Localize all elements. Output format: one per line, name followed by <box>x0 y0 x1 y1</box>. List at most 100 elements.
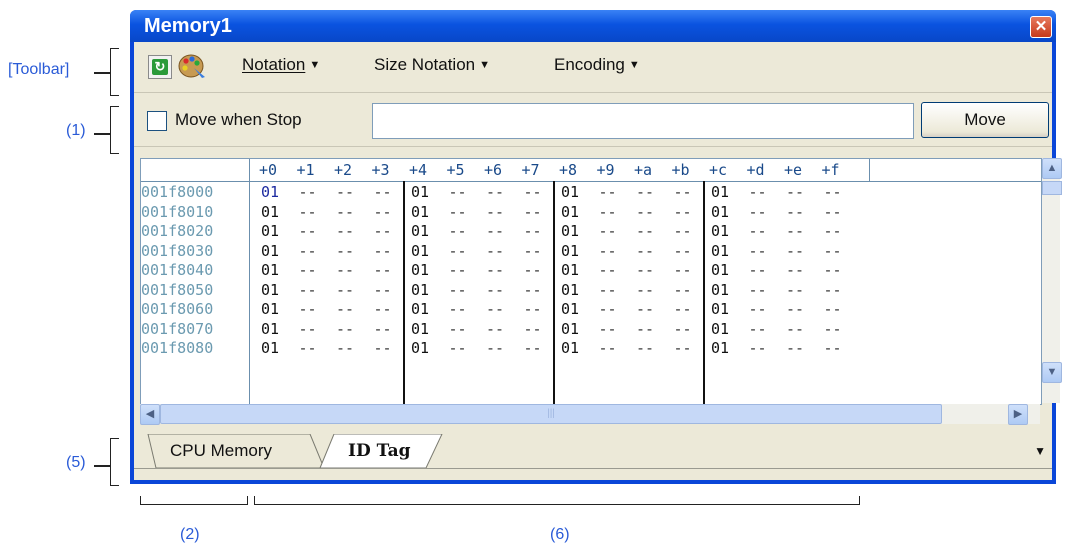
memory-cell[interactable]: -- <box>674 339 692 357</box>
memory-cell[interactable]: -- <box>524 242 542 260</box>
horizontal-scrollbar[interactable]: ◀ ||| ▶ <box>140 404 1040 425</box>
memory-cell[interactable]: -- <box>749 281 767 299</box>
memory-cell[interactable]: -- <box>636 281 654 299</box>
horizontal-scroll-thumb[interactable]: ||| <box>160 404 942 424</box>
memory-cell[interactable]: 01 <box>711 222 729 240</box>
memory-cell[interactable]: -- <box>486 300 504 318</box>
memory-cell[interactable]: 01 <box>411 203 429 221</box>
memory-cell[interactable]: 01 <box>261 281 279 299</box>
scroll-up-icon[interactable]: ▲ <box>1042 158 1062 179</box>
memory-cell[interactable]: -- <box>449 183 467 201</box>
memory-cell[interactable]: -- <box>786 339 804 357</box>
memory-cell[interactable]: 01 <box>261 242 279 260</box>
memory-cell[interactable]: 01 <box>561 242 579 260</box>
memory-cell[interactable]: -- <box>449 242 467 260</box>
scroll-right-icon[interactable]: ▶ <box>1008 404 1028 425</box>
memory-cell[interactable]: -- <box>336 339 354 357</box>
memory-cell[interactable]: -- <box>524 281 542 299</box>
menu-notation[interactable]: Notation ▼ <box>242 55 320 75</box>
memory-row[interactable]: 001f8010 01 -- -- -- 01 -- -- -- 01 -- -- -- 01 -- -- -- <box>141 203 881 222</box>
memory-row[interactable]: 001f8070 01 -- -- -- 01 -- -- -- 01 -- -- -- 01 -- -- -- <box>141 320 881 339</box>
memory-cell[interactable]: -- <box>599 183 617 201</box>
memory-cell[interactable]: -- <box>449 261 467 279</box>
memory-cell[interactable]: 01 <box>561 261 579 279</box>
memory-cell[interactable]: -- <box>486 339 504 357</box>
memory-cell[interactable]: -- <box>336 300 354 318</box>
memory-cell[interactable]: -- <box>636 222 654 240</box>
memory-row[interactable]: 001f8000 01 -- -- -- 01 -- -- -- 01 -- -- -- 01 -- -- -- <box>141 183 881 202</box>
memory-cell[interactable]: 01 <box>711 300 729 318</box>
memory-cell[interactable]: -- <box>674 222 692 240</box>
memory-cell[interactable]: -- <box>636 203 654 221</box>
memory-row[interactable]: 001f8050 01 -- -- -- 01 -- -- -- 01 -- -- -- 01 -- -- -- <box>141 281 881 300</box>
memory-cell[interactable]: -- <box>636 183 654 201</box>
memory-cell[interactable]: -- <box>674 242 692 260</box>
memory-cell[interactable]: -- <box>524 339 542 357</box>
memory-cell[interactable]: 01 <box>561 281 579 299</box>
memory-row[interactable]: 001f8080 01 -- -- -- 01 -- -- -- 01 -- -- -- 01 -- -- -- <box>141 339 881 358</box>
memory-cell[interactable]: -- <box>336 242 354 260</box>
memory-cell[interactable]: -- <box>449 320 467 338</box>
memory-cell[interactable]: 01 <box>711 261 729 279</box>
memory-cell[interactable]: -- <box>299 242 317 260</box>
memory-cell[interactable]: -- <box>599 222 617 240</box>
memory-cell[interactable]: 01 <box>411 222 429 240</box>
memory-cell[interactable]: -- <box>299 339 317 357</box>
memory-cell[interactable]: -- <box>674 320 692 338</box>
address-input[interactable] <box>372 103 914 139</box>
memory-cell[interactable]: -- <box>674 183 692 201</box>
memory-cell[interactable]: -- <box>636 261 654 279</box>
memory-cell[interactable]: -- <box>299 281 317 299</box>
memory-cell[interactable]: -- <box>824 242 842 260</box>
memory-cell[interactable]: -- <box>786 183 804 201</box>
memory-cell[interactable]: -- <box>749 242 767 260</box>
memory-cell[interactable]: -- <box>824 203 842 221</box>
memory-cell[interactable]: 01 <box>561 320 579 338</box>
memory-cell[interactable]: 01 <box>261 261 279 279</box>
memory-cell[interactable]: -- <box>336 281 354 299</box>
memory-cell[interactable]: -- <box>674 300 692 318</box>
memory-cell[interactable]: -- <box>599 203 617 221</box>
memory-cell[interactable]: -- <box>599 242 617 260</box>
memory-cell[interactable]: -- <box>674 281 692 299</box>
memory-cell[interactable]: -- <box>749 320 767 338</box>
memory-cell[interactable]: -- <box>599 300 617 318</box>
memory-cell[interactable]: -- <box>599 339 617 357</box>
memory-cell[interactable]: -- <box>449 339 467 357</box>
memory-cell[interactable]: -- <box>786 320 804 338</box>
memory-cell[interactable]: -- <box>824 261 842 279</box>
memory-cell[interactable]: -- <box>786 203 804 221</box>
memory-cell[interactable]: -- <box>749 222 767 240</box>
memory-row[interactable]: 001f8030 01 -- -- -- 01 -- -- -- 01 -- -- -- 01 -- -- -- <box>141 242 881 261</box>
memory-cell[interactable]: -- <box>374 339 392 357</box>
memory-cell[interactable]: 01 <box>261 320 279 338</box>
move-when-stop-label[interactable]: Move when Stop <box>175 110 302 130</box>
memory-cell[interactable]: 01 <box>411 339 429 357</box>
move-when-stop-checkbox[interactable] <box>147 111 167 131</box>
memory-cell[interactable]: -- <box>299 222 317 240</box>
memory-cell[interactable]: -- <box>486 281 504 299</box>
menu-size-notation[interactable]: Size Notation ▼ <box>374 55 490 75</box>
memory-cell[interactable]: -- <box>374 300 392 318</box>
tab-cpu-memory[interactable]: CPU Memory <box>170 434 272 468</box>
memory-cell[interactable]: -- <box>824 183 842 201</box>
memory-cell[interactable]: -- <box>749 339 767 357</box>
memory-cell[interactable]: -- <box>749 183 767 201</box>
scroll-left-icon[interactable]: ◀ <box>140 404 160 425</box>
memory-cell[interactable]: -- <box>449 281 467 299</box>
memory-cell[interactable]: -- <box>336 183 354 201</box>
memory-cell[interactable]: -- <box>374 261 392 279</box>
memory-cell[interactable]: -- <box>749 261 767 279</box>
memory-cell[interactable]: -- <box>374 203 392 221</box>
memory-cell[interactable]: 01 <box>711 281 729 299</box>
memory-cell[interactable]: -- <box>486 183 504 201</box>
menu-encoding[interactable]: Encoding ▼ <box>554 55 640 75</box>
memory-cell[interactable]: -- <box>636 242 654 260</box>
vertical-scrollbar[interactable]: ▲ ▼ <box>1042 158 1062 403</box>
memory-cell[interactable]: 01 <box>561 222 579 240</box>
memory-cell[interactable]: 01 <box>561 203 579 221</box>
memory-cell[interactable]: -- <box>524 222 542 240</box>
memory-cell[interactable]: -- <box>299 261 317 279</box>
memory-cell[interactable]: -- <box>524 261 542 279</box>
memory-cell[interactable]: 01 <box>411 183 429 201</box>
